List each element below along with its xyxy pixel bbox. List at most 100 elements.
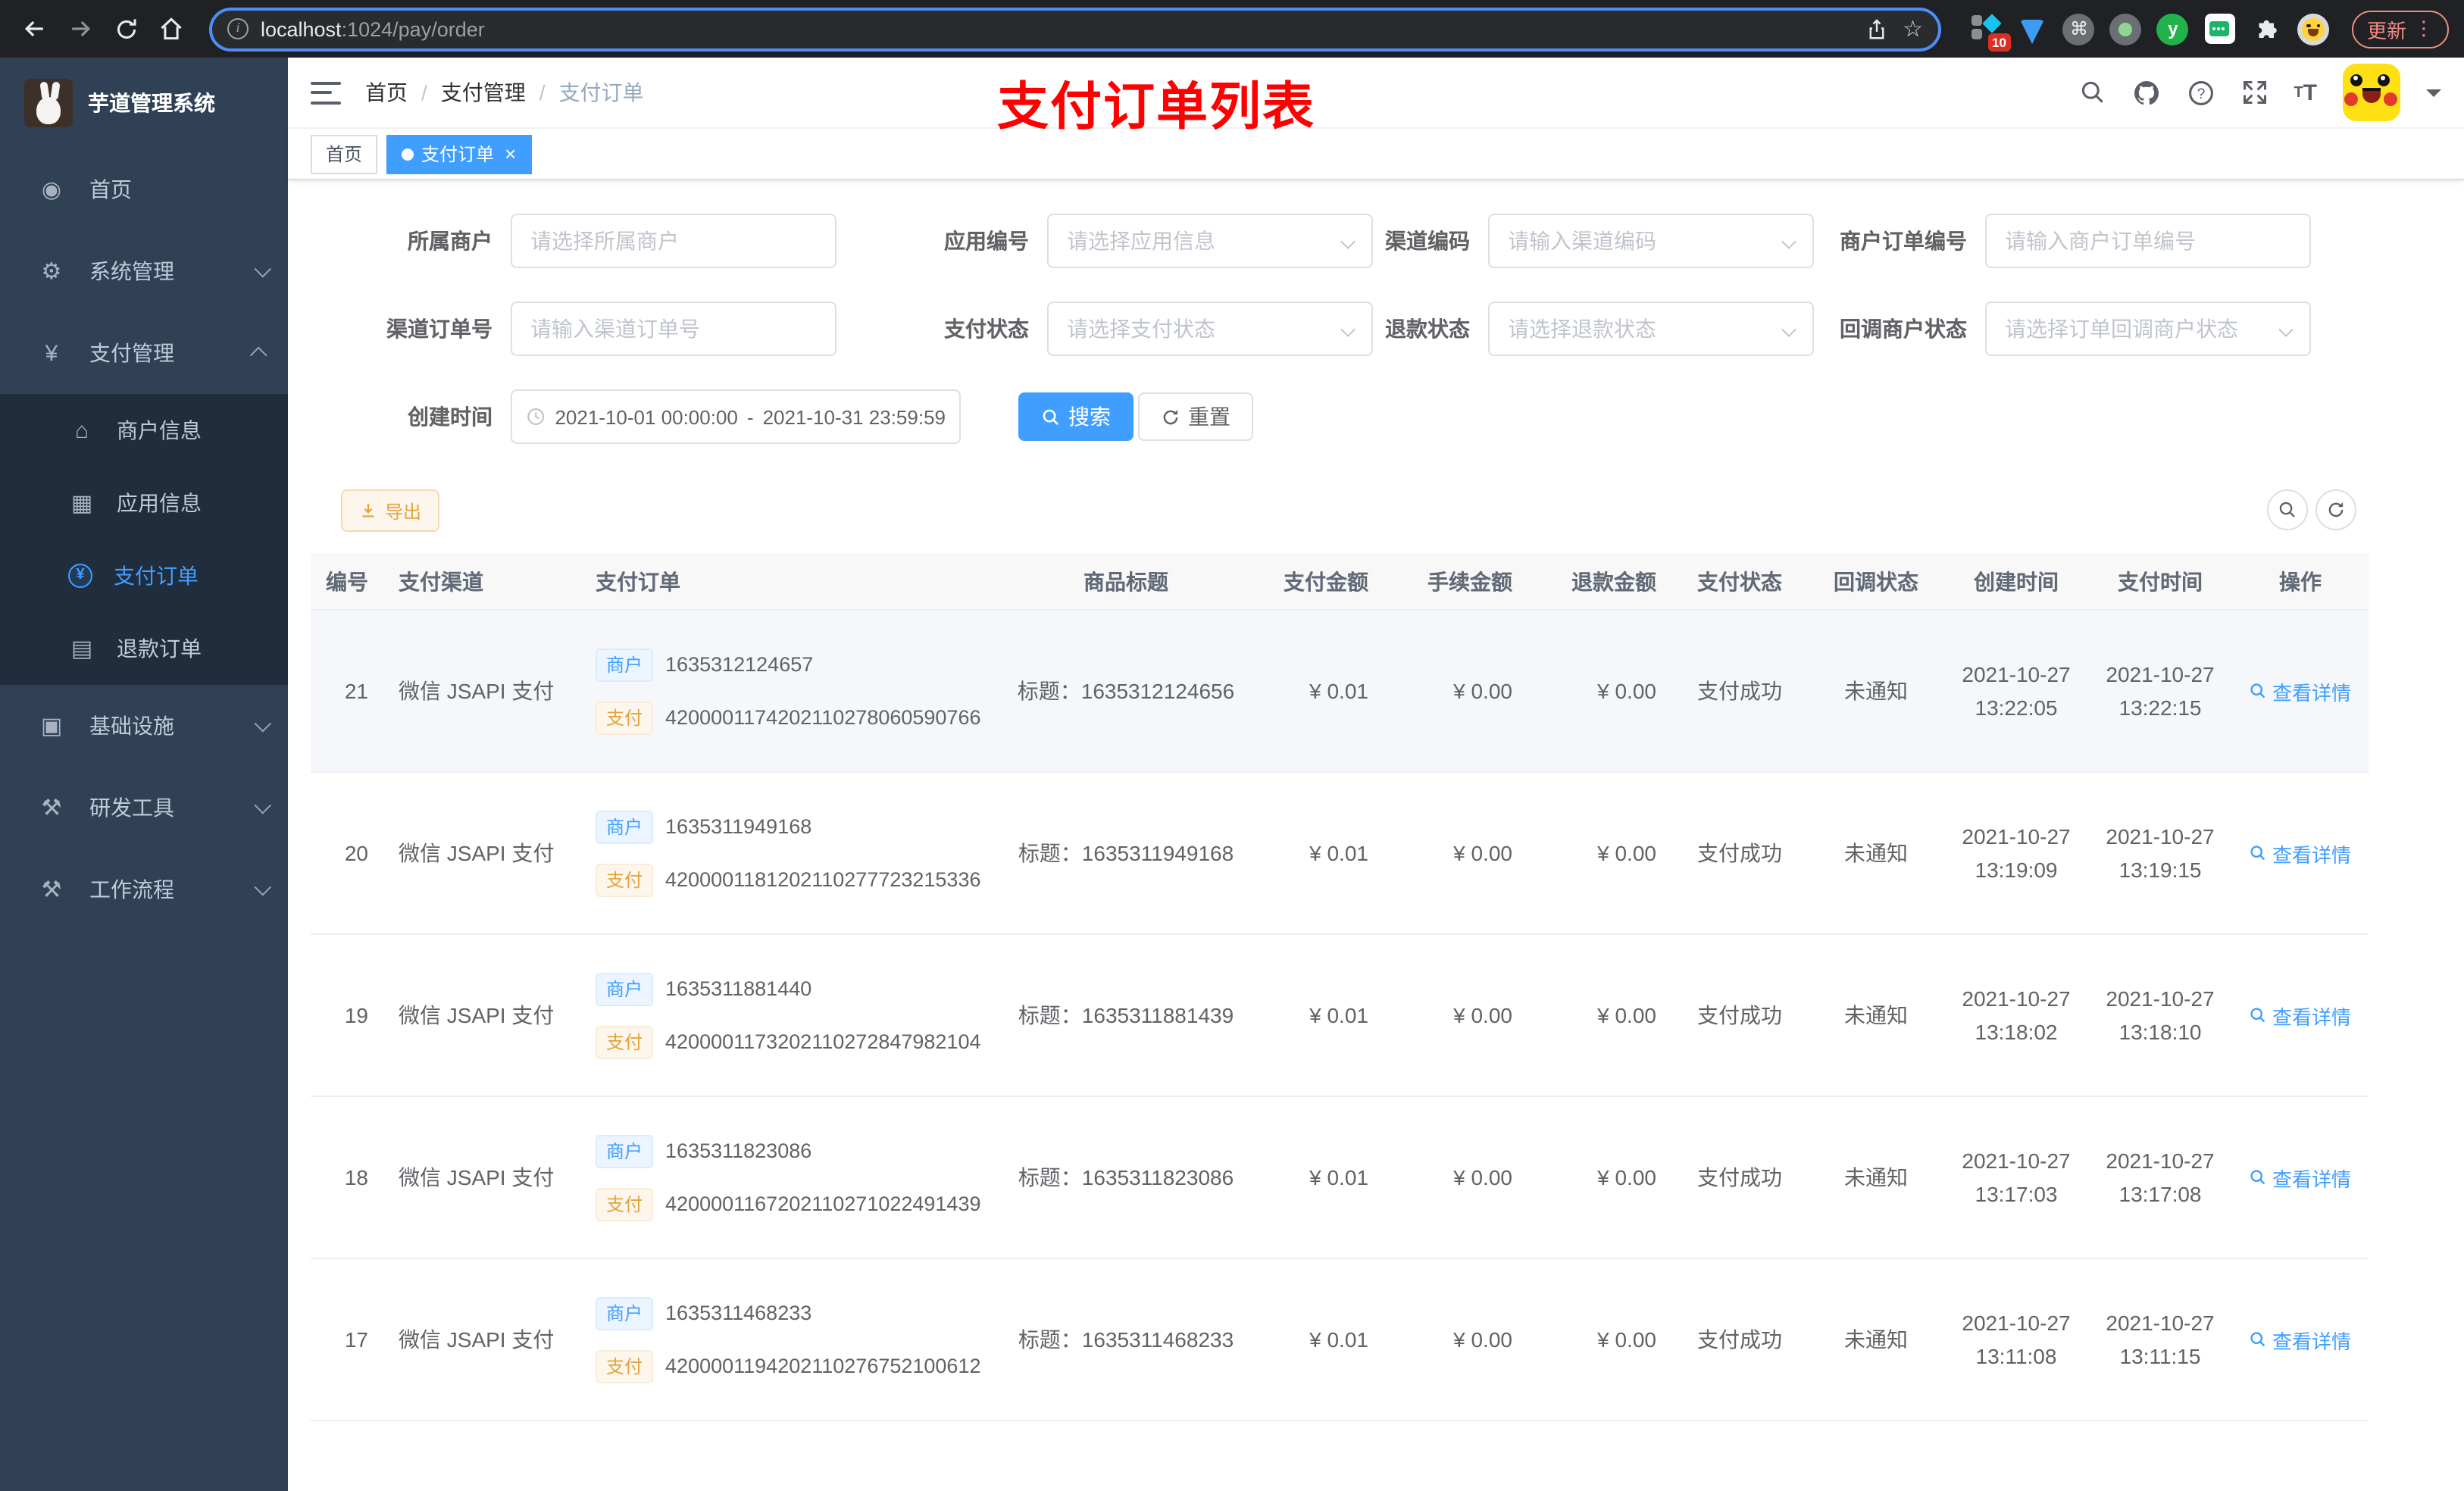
toggle-search-button[interactable] <box>2267 489 2308 530</box>
column-header-channel: 支付渠道 <box>399 569 483 593</box>
datetime-value: 2021-10-27 13:19:15 <box>2106 824 2215 882</box>
refresh-table-button[interactable] <box>2315 489 2356 530</box>
sidebar-item-pay-order[interactable]: ¥ 支付订单 <box>0 539 288 612</box>
merchant-order-no-input[interactable]: 请输入商户订单编号 <box>1985 214 2311 268</box>
document-icon: ▤ <box>70 636 93 662</box>
extension-dot-icon[interactable] <box>2109 12 2143 45</box>
view-detail-link[interactable]: 查看详情 <box>2250 839 2351 867</box>
sidebar-item-system[interactable]: ⚙ 系统管理 <box>0 230 288 312</box>
view-detail-link[interactable]: 查看详情 <box>2250 1001 2351 1030</box>
sidebar-item-merchant-info[interactable]: ⌂ 商户信息 <box>0 394 288 467</box>
column-header-action: 操作 <box>2279 569 2322 593</box>
cell-pay_status: 支付成功 <box>1697 841 1782 865</box>
search-icon[interactable] <box>2078 79 2106 106</box>
breadcrumb-item[interactable]: 支付管理 <box>441 77 526 108</box>
browser-forward-icon[interactable] <box>61 9 100 48</box>
github-icon[interactable] <box>2131 78 2160 107</box>
view-detail-label: 查看详情 <box>2272 1330 2351 1352</box>
cell-title: 标题：1635311881439 <box>1018 1003 1234 1027</box>
browser-update-button[interactable]: 更新 ⋮ <box>2351 10 2449 48</box>
sidebar-item-workflow[interactable]: ⚒ 工作流程 <box>0 849 288 930</box>
chevron-down-icon <box>254 260 272 278</box>
app-logo[interactable]: 芋道管理系统 <box>0 58 288 148</box>
cell-id: 20 <box>344 841 368 865</box>
help-icon[interactable]: ? <box>2186 78 2215 107</box>
site-info-icon[interactable]: i <box>227 18 249 39</box>
breadcrumb-item[interactable]: 首页 <box>365 77 408 108</box>
pay-order-no: 4200001174202110278060590766 <box>665 706 981 729</box>
export-button[interactable]: 导出 <box>341 489 440 532</box>
page-content: 所属商户 请选择所属商户 应用编号 请选择应用信息 渠道编码 请输入渠道编码 商户订单编号请… <box>288 180 2464 1491</box>
tag-支付订单[interactable]: 支付订单 × <box>386 134 532 173</box>
sidebar-toggle-icon[interactable] <box>311 81 341 104</box>
view-detail-label: 查看详情 <box>2272 681 2351 704</box>
filter-label-pay-status: 支付状态 <box>944 317 1029 341</box>
cell-pay_time: 2021-10-27 13:18:10 <box>2088 982 2232 1049</box>
filter-label-merchant-order-no: 商户订单编号 <box>1840 229 1967 253</box>
extension-gem-icon[interactable] <box>2015 12 2049 45</box>
orders-table-wrapper: 编号 支付渠道 支付订单 商品标题 支付金额 手续金额 退款金额 支付状态 回调状态 创建时间 支付… <box>311 553 2441 1491</box>
reset-button[interactable]: 重置 <box>1138 392 1253 441</box>
cell-id: 19 <box>344 1003 368 1027</box>
view-detail-label: 查看详情 <box>2272 1167 2351 1190</box>
cell-fee: ¥ 0.00 <box>1453 841 1512 865</box>
cell-fee: ¥ 0.00 <box>1453 1003 1512 1027</box>
channel-code-select[interactable]: 请输入渠道编码 <box>1488 214 1814 268</box>
font-size-icon[interactable]: TT <box>2294 80 2317 105</box>
clock-icon <box>527 408 545 425</box>
channel-order-no-input[interactable]: 请输入渠道订单号 <box>511 302 836 356</box>
payment-badge: 支付 <box>596 1349 654 1383</box>
create-time-range-input[interactable]: 2021-10-01 00:00:00 - 2021-10-31 23:59:5… <box>511 389 961 444</box>
notify-status-select[interactable]: 请选择订单回调商户状态 <box>1985 302 2311 356</box>
filter-group-channel-order-no: 渠道订单号 请输入渠道订单号 <box>314 302 836 356</box>
search-icon <box>1043 408 1059 425</box>
sidebar-item-app-info[interactable]: ▦ 应用信息 <box>0 467 288 539</box>
view-detail-link[interactable]: 查看详情 <box>2250 677 2351 705</box>
share-icon[interactable] <box>1865 17 1887 40</box>
user-avatar[interactable] <box>2343 64 2400 121</box>
pay-order-no: 4200001167202110271022491439 <box>665 1192 981 1215</box>
address-bar[interactable]: i localhost:1024/pay/order ☆ <box>209 7 1941 51</box>
browser-menu-icon[interactable]: ⋮ <box>2414 17 2434 41</box>
pay-order-no: 4200001173202110272847982104 <box>665 1030 981 1053</box>
cell-order: 商户 1635311949168 支付 42000011812021102777232… <box>580 810 990 896</box>
yen-circle-icon: ¥ <box>68 564 92 588</box>
refund-status-select[interactable]: 请选择退款状态 <box>1488 302 1814 356</box>
extension-y-icon[interactable]: y <box>2156 12 2190 45</box>
cell-action: 查看详情 <box>2232 1325 2369 1354</box>
sidebar-item-refund-order[interactable]: ▤ 退款订单 <box>0 612 288 685</box>
fullscreen-icon[interactable] <box>2240 79 2268 106</box>
extension-chat-icon[interactable] <box>2203 12 2237 45</box>
search-button[interactable]: 搜索 <box>1018 392 1134 441</box>
view-detail-link[interactable]: 查看详情 <box>2250 1325 2351 1354</box>
sidebar-item-payment[interactable]: ¥ 支付管理 <box>0 312 288 394</box>
tag-dot <box>402 148 414 160</box>
view-detail-link[interactable]: 查看详情 <box>2250 1163 2351 1192</box>
browser-reload-icon[interactable] <box>106 9 145 48</box>
view-detail-label: 查看详情 <box>2272 1005 2351 1028</box>
sidebar-item-dev-tools[interactable]: ⚒ 研发工具 <box>0 767 288 849</box>
tag-close-icon[interactable]: × <box>505 144 516 164</box>
datetime-value: 2021-10-27 13:17:08 <box>2106 1149 2215 1206</box>
extensions-puzzle-icon[interactable] <box>2250 12 2284 45</box>
sidebar-item-label: 基础设施 <box>89 714 174 738</box>
merchant-input[interactable]: 请选择所属商户 <box>511 214 836 268</box>
view-detail-label: 查看详情 <box>2272 843 2351 866</box>
browser-home-icon[interactable] <box>152 9 191 48</box>
browser-back-icon[interactable] <box>15 9 55 48</box>
profile-avatar-icon[interactable] <box>2297 12 2331 45</box>
extension-command-icon[interactable]: ⌘ <box>2062 12 2096 45</box>
cell-notify_status: 未通知 <box>1844 679 1908 703</box>
extension-grid-icon[interactable]: 10 <box>1968 12 2011 52</box>
avatar-dropdown-icon[interactable] <box>2426 89 2441 104</box>
cell-notify_status: 未通知 <box>1844 1165 1908 1189</box>
bookmark-star-icon[interactable]: ☆ <box>1903 15 1923 42</box>
download-icon <box>362 504 374 517</box>
sidebar-item-home[interactable]: ◉ 首页 <box>0 148 288 230</box>
sidebar-item-infrastructure[interactable]: ▣ 基础设施 <box>0 685 288 767</box>
cell-pay_status: 支付成功 <box>1697 1327 1782 1352</box>
cell-title: 标题：1635312124656 <box>1017 679 1235 703</box>
merchant-order-no: 1635311468233 <box>665 1302 812 1324</box>
cell-refund: ¥ 0.00 <box>1597 1327 1656 1352</box>
tag-首页[interactable]: 首页 <box>311 134 378 173</box>
